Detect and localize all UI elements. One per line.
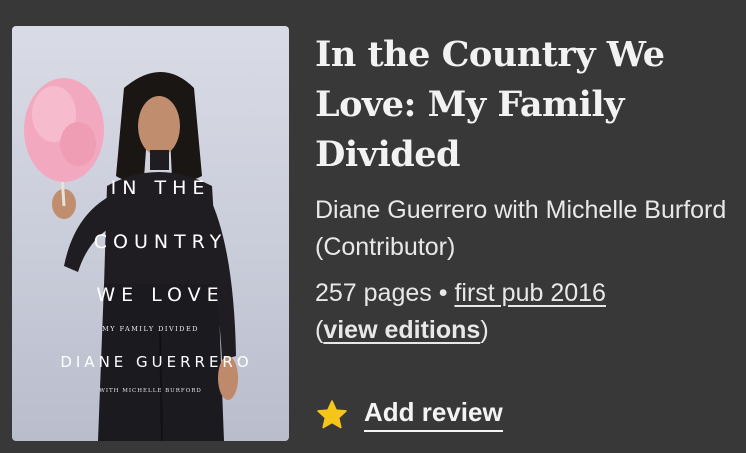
- view-editions-link[interactable]: view editions: [323, 316, 480, 344]
- first-pub-link[interactable]: first pub 2016: [454, 279, 606, 307]
- book-authors[interactable]: Diane Guerrero with Michelle Burford (Co…: [315, 192, 740, 266]
- cover-title-line-2: COUNTRY: [93, 231, 228, 253]
- meta-separator: •: [438, 279, 448, 307]
- book-info: In the Country We Love: My Family Divide…: [315, 30, 740, 349]
- add-review-label[interactable]: Add review: [364, 397, 503, 432]
- star-icon[interactable]: [315, 398, 349, 432]
- page-count: 257 pages: [315, 279, 432, 307]
- editions-close-paren: ): [480, 316, 489, 344]
- cover-title-line-1: IN THE: [110, 177, 211, 199]
- add-review-button[interactable]: Add review: [315, 397, 503, 432]
- book-cover[interactable]: IN THE COUNTRY WE LOVE MY FAMILY DIVIDED…: [12, 26, 289, 441]
- cover-with-line: WITH MICHELLE BURFORD: [99, 388, 202, 394]
- cover-title-line-3: WE LOVE: [96, 284, 225, 306]
- cover-subtitle: MY FAMILY DIVIDED: [102, 325, 199, 333]
- cover-author: DIANE GUERRERO: [60, 353, 253, 371]
- book-meta: 257 pages • first pub 2016 (view edition…: [315, 275, 740, 349]
- book-title: In the Country We Love: My Family Divide…: [315, 34, 665, 175]
